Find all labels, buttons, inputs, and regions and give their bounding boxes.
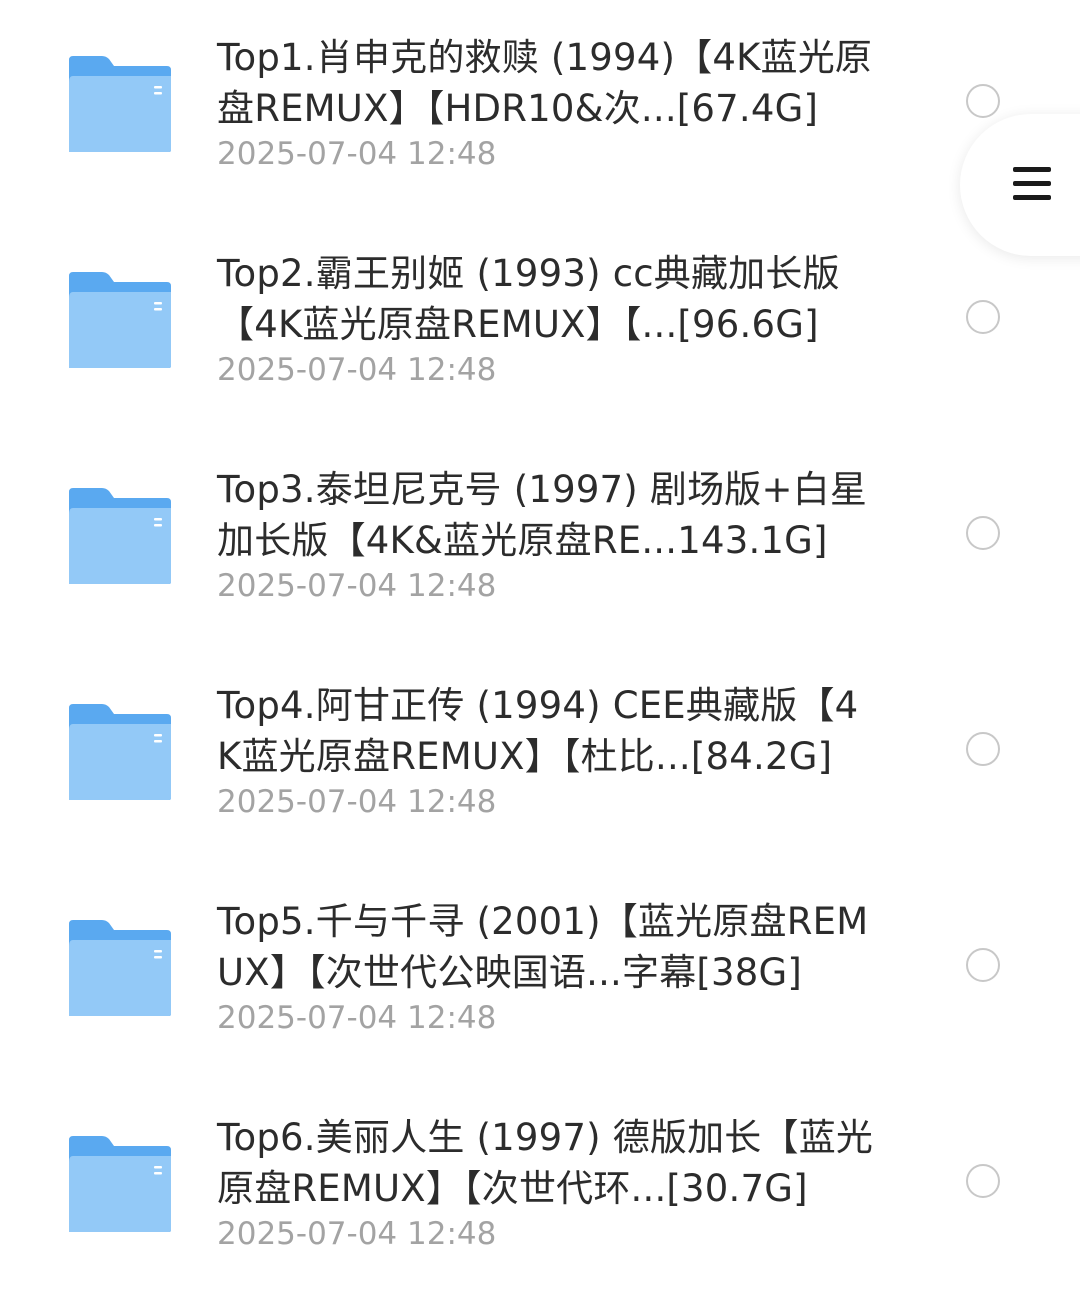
radio-unchecked-icon[interactable] (966, 516, 1000, 550)
file-date: 2025-07-04 12:48 (217, 1000, 497, 1036)
file-name: Top4.阿甘正传 (1994) CEE典藏版【4K蓝光原盘REMUX】【杜比.… (217, 684, 859, 778)
file-name: Top2.霸王别姬 (1993) cc典藏加长版【4K蓝光原盘REMUX】【..… (217, 252, 840, 346)
folder-icon (69, 488, 171, 584)
menu-icon (1013, 167, 1051, 200)
folder-icon (69, 704, 171, 800)
file-row[interactable]: Top6.美丽人生 (1997) 德版加长【蓝光原盘REMUX】【次世代环...… (0, 1080, 1080, 1296)
radio-unchecked-icon[interactable] (966, 84, 1000, 118)
file-date: 2025-07-04 12:48 (217, 352, 497, 388)
file-text-block: Top3.泰坦尼克号 (1997) 剧场版+白星加长版【4K&蓝光原盘RE...… (217, 464, 877, 604)
file-text-block: Top4.阿甘正传 (1994) CEE典藏版【4K蓝光原盘REMUX】【杜比.… (217, 680, 877, 820)
radio-unchecked-icon[interactable] (966, 1164, 1000, 1198)
file-text-block: Top5.千与千寻 (2001)【蓝光原盘REMUX】【次世代公映国语...字幕… (217, 896, 877, 1036)
file-name: Top1.肖申克的救赎 (1994)【4K蓝光原盘REMUX】【HDR10&次.… (217, 36, 873, 130)
file-name: Top6.美丽人生 (1997) 德版加长【蓝光原盘REMUX】【次世代环...… (217, 1116, 874, 1210)
file-row[interactable]: Top2.霸王别姬 (1993) cc典藏加长版【4K蓝光原盘REMUX】【..… (0, 216, 1080, 432)
file-name: Top5.千与千寻 (2001)【蓝光原盘REMUX】【次世代公映国语...字幕… (217, 900, 869, 994)
file-row[interactable]: Top4.阿甘正传 (1994) CEE典藏版【4K蓝光原盘REMUX】【杜比.… (0, 648, 1080, 864)
file-text-block: Top6.美丽人生 (1997) 德版加长【蓝光原盘REMUX】【次世代环...… (217, 1112, 877, 1252)
folder-icon (69, 56, 171, 152)
file-date: 2025-07-04 12:48 (217, 1216, 497, 1252)
file-text-block: Top1.肖申克的救赎 (1994)【4K蓝光原盘REMUX】【HDR10&次.… (217, 32, 877, 172)
file-name: Top3.泰坦尼克号 (1997) 剧场版+白星加长版【4K&蓝光原盘RE...… (217, 468, 868, 562)
file-row[interactable]: Top3.泰坦尼克号 (1997) 剧场版+白星加长版【4K&蓝光原盘RE...… (0, 432, 1080, 648)
file-date: 2025-07-04 12:48 (217, 784, 497, 820)
file-date: 2025-07-04 12:48 (217, 136, 497, 172)
file-row[interactable]: Top1.肖申克的救赎 (1994)【4K蓝光原盘REMUX】【HDR10&次.… (0, 0, 1080, 216)
file-list: Top1.肖申克的救赎 (1994)【4K蓝光原盘REMUX】【HDR10&次.… (0, 0, 1080, 1296)
folder-icon (69, 1136, 171, 1232)
radio-unchecked-icon[interactable] (966, 948, 1000, 982)
file-row[interactable]: Top5.千与千寻 (2001)【蓝光原盘REMUX】【次世代公映国语...字幕… (0, 864, 1080, 1080)
folder-icon (69, 920, 171, 1016)
radio-unchecked-icon[interactable] (966, 732, 1000, 766)
file-browser-page: Top1.肖申克的救赎 (1994)【4K蓝光原盘REMUX】【HDR10&次.… (0, 0, 1080, 1314)
file-text-block: Top2.霸王别姬 (1993) cc典藏加长版【4K蓝光原盘REMUX】【..… (217, 248, 877, 388)
radio-unchecked-icon[interactable] (966, 300, 1000, 334)
folder-icon (69, 272, 171, 368)
file-date: 2025-07-04 12:48 (217, 568, 497, 604)
